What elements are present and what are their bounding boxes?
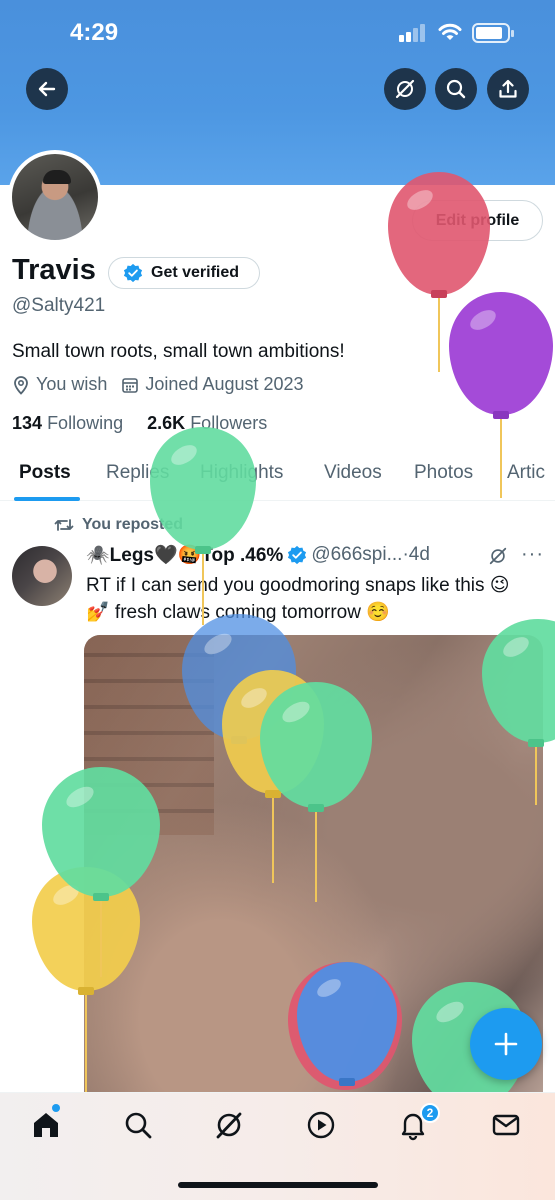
balloon-green	[42, 767, 160, 977]
grok-button[interactable]	[384, 68, 426, 110]
active-tab-indicator	[14, 497, 80, 501]
profile-meta: You wish Joined August 2023	[12, 374, 318, 395]
post-time[interactable]: ·4d	[402, 544, 429, 566]
post-author-handle[interactable]: @666spi...	[311, 544, 402, 566]
grok-icon	[395, 79, 415, 99]
get-verified-button[interactable]: Get verified	[108, 257, 260, 289]
joined-text: Joined August 2023	[145, 374, 304, 394]
status-bar: 4:29	[0, 0, 555, 66]
balloon-green	[260, 682, 372, 902]
balloon-blue	[297, 962, 397, 1086]
more-options-icon[interactable]: ···	[521, 543, 544, 566]
notification-count-badge: 2	[420, 1103, 440, 1123]
back-button[interactable]	[26, 68, 68, 110]
post-author-avatar[interactable]	[12, 546, 72, 606]
balloon-green	[150, 427, 256, 625]
balloon-green	[482, 619, 555, 805]
compose-post-button[interactable]: +	[470, 1008, 542, 1080]
share-icon	[499, 79, 517, 98]
verified-badge-icon	[123, 263, 143, 283]
plus-icon	[494, 1032, 518, 1056]
following-count: 134	[12, 413, 43, 433]
messages-icon[interactable]	[490, 1109, 522, 1141]
grok-icon[interactable]	[488, 546, 508, 566]
search-icon[interactable]	[122, 1109, 154, 1141]
verified-badge-icon	[288, 545, 307, 565]
battery-icon	[472, 23, 514, 43]
arrow-left-icon	[38, 81, 56, 97]
location-text: You wish	[36, 374, 108, 394]
profile-bio: Small town roots, small town ambitions!	[12, 341, 345, 362]
location-pin-icon	[14, 375, 28, 395]
share-button[interactable]	[487, 68, 529, 110]
get-verified-label: Get verified	[151, 264, 240, 281]
following-label: Following	[47, 413, 124, 433]
search-button[interactable]	[435, 68, 477, 110]
balloon-purple	[449, 292, 553, 498]
repost-icon	[54, 519, 74, 531]
tab-videos[interactable]: Videos	[324, 462, 382, 484]
cellular-signal-icon	[399, 24, 429, 42]
profile-name: Travis	[12, 254, 96, 286]
search-icon	[446, 79, 466, 99]
profile-location: You wish	[12, 374, 107, 395]
calendar-icon	[122, 377, 139, 393]
home-indicator[interactable]	[178, 1182, 378, 1188]
profile-handle: @Salty421	[12, 295, 106, 316]
profile-joined: Joined August 2023	[121, 374, 304, 395]
video-icon[interactable]	[305, 1109, 337, 1141]
wifi-icon	[438, 23, 462, 40]
status-time: 4:29	[70, 19, 119, 46]
grok-icon[interactable]	[213, 1109, 245, 1141]
following-link[interactable]: 134 Following	[12, 413, 123, 433]
profile-avatar[interactable]	[8, 150, 102, 244]
home-unread-dot	[52, 1104, 60, 1112]
home-icon[interactable]	[30, 1109, 62, 1141]
tab-posts[interactable]: Posts	[19, 462, 71, 484]
